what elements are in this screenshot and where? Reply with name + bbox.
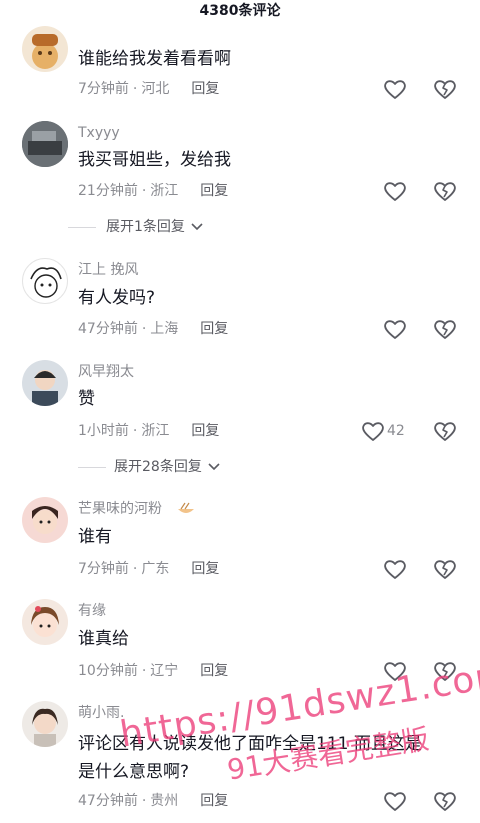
chevron-down-icon bbox=[208, 463, 220, 471]
broken-heart-icon[interactable] bbox=[432, 557, 458, 581]
chevron-down-icon bbox=[191, 223, 203, 231]
comment-time: 21分钟前 bbox=[78, 183, 138, 199]
comment-username[interactable]: 风早翔太 bbox=[78, 363, 134, 381]
comments-header: 4380条评论 bbox=[0, 0, 480, 22]
heart-outline-icon[interactable] bbox=[360, 419, 386, 443]
reply-button[interactable]: 回复 bbox=[200, 793, 228, 809]
comment-text: 谁真给 bbox=[78, 629, 129, 649]
avatar[interactable] bbox=[22, 121, 68, 167]
broken-heart-icon[interactable] bbox=[432, 179, 458, 203]
heart-outline-icon[interactable] bbox=[382, 317, 408, 341]
comment-text-continuation: 是什么意思啊? bbox=[78, 762, 190, 782]
comment-location: 广东 bbox=[141, 561, 170, 577]
comment-time: 1小时前 bbox=[78, 423, 129, 439]
expand-divider bbox=[68, 227, 96, 228]
avatar[interactable] bbox=[22, 701, 68, 747]
avatar[interactable] bbox=[22, 497, 68, 543]
comment-text: 谁有 bbox=[78, 527, 112, 547]
comment-meta: 1小时前 · 浙江 回复 bbox=[78, 423, 220, 439]
broken-heart-icon[interactable] bbox=[432, 789, 458, 813]
broken-heart-icon[interactable] bbox=[432, 77, 458, 101]
heart-outline-icon[interactable] bbox=[382, 179, 408, 203]
comment-text: 赞 bbox=[78, 389, 95, 409]
comment-meta: 10分钟前 · 辽宁 回复 bbox=[78, 663, 229, 679]
comment-count-title: 4380条评论 bbox=[199, 3, 281, 19]
comment-location: 河北 bbox=[141, 81, 170, 97]
comment-location: 上海 bbox=[150, 321, 179, 337]
comment-username[interactable]: 芒果味的河粉 bbox=[78, 500, 162, 518]
expand-replies-label: 展开28条回复 bbox=[114, 459, 202, 475]
comment-username[interactable]: 有缘 bbox=[78, 602, 106, 620]
comment-username[interactable]: 江上 挽风 bbox=[78, 261, 138, 279]
comment-meta: 47分钟前 · 上海 回复 bbox=[78, 321, 229, 337]
comment-location: 浙江 bbox=[141, 423, 170, 439]
comment-time: 47分钟前 bbox=[78, 321, 138, 337]
avatar[interactable] bbox=[22, 26, 68, 72]
reply-button[interactable]: 回复 bbox=[200, 321, 228, 337]
heart-outline-icon[interactable] bbox=[382, 77, 408, 101]
reply-button[interactable]: 回复 bbox=[200, 663, 228, 679]
reply-button[interactable]: 回复 bbox=[191, 423, 219, 439]
comment-location: 辽宁 bbox=[150, 663, 179, 679]
reply-button[interactable]: 回复 bbox=[191, 561, 219, 577]
comment-text: 我买哥姐些，发给我 bbox=[78, 150, 231, 170]
reply-button[interactable]: 回复 bbox=[200, 183, 228, 199]
comment-meta: 7分钟前 · 河北 回复 bbox=[78, 81, 220, 97]
comment-time: 7分钟前 bbox=[78, 81, 129, 97]
comment-location: 浙江 bbox=[150, 183, 179, 199]
like-count: 42 bbox=[387, 423, 405, 439]
comment-meta: 21分钟前 · 浙江 回复 bbox=[78, 183, 229, 199]
heart-outline-icon[interactable] bbox=[382, 557, 408, 581]
comment-location: 贵州 bbox=[150, 793, 179, 809]
avatar[interactable] bbox=[22, 599, 68, 645]
expand-divider bbox=[78, 467, 106, 468]
comment-text: 有人发吗? bbox=[78, 288, 156, 308]
avatar[interactable] bbox=[22, 360, 68, 406]
comment-time: 47分钟前 bbox=[78, 793, 138, 809]
heart-outline-icon[interactable] bbox=[382, 789, 408, 813]
broken-heart-icon[interactable] bbox=[432, 317, 458, 341]
expand-replies-label: 展开1条回复 bbox=[106, 219, 185, 235]
expand-replies-button[interactable]: 展开28条回复 bbox=[114, 458, 220, 476]
broken-heart-icon[interactable] bbox=[432, 419, 458, 443]
comment-text: 谁能给我发着看看啊 bbox=[78, 49, 231, 69]
avatar[interactable] bbox=[22, 258, 68, 304]
comment-time: 7分钟前 bbox=[78, 561, 129, 577]
noodle-emoji-icon bbox=[178, 502, 194, 513]
reply-button[interactable]: 回复 bbox=[191, 81, 219, 97]
comment-time: 10分钟前 bbox=[78, 663, 138, 679]
comment-meta: 7分钟前 · 广东 回复 bbox=[78, 561, 220, 577]
comment-meta: 47分钟前 · 贵州 回复 bbox=[78, 793, 229, 809]
expand-replies-button[interactable]: 展开1条回复 bbox=[106, 218, 203, 236]
comment-username[interactable]: Txyyy bbox=[78, 124, 120, 142]
